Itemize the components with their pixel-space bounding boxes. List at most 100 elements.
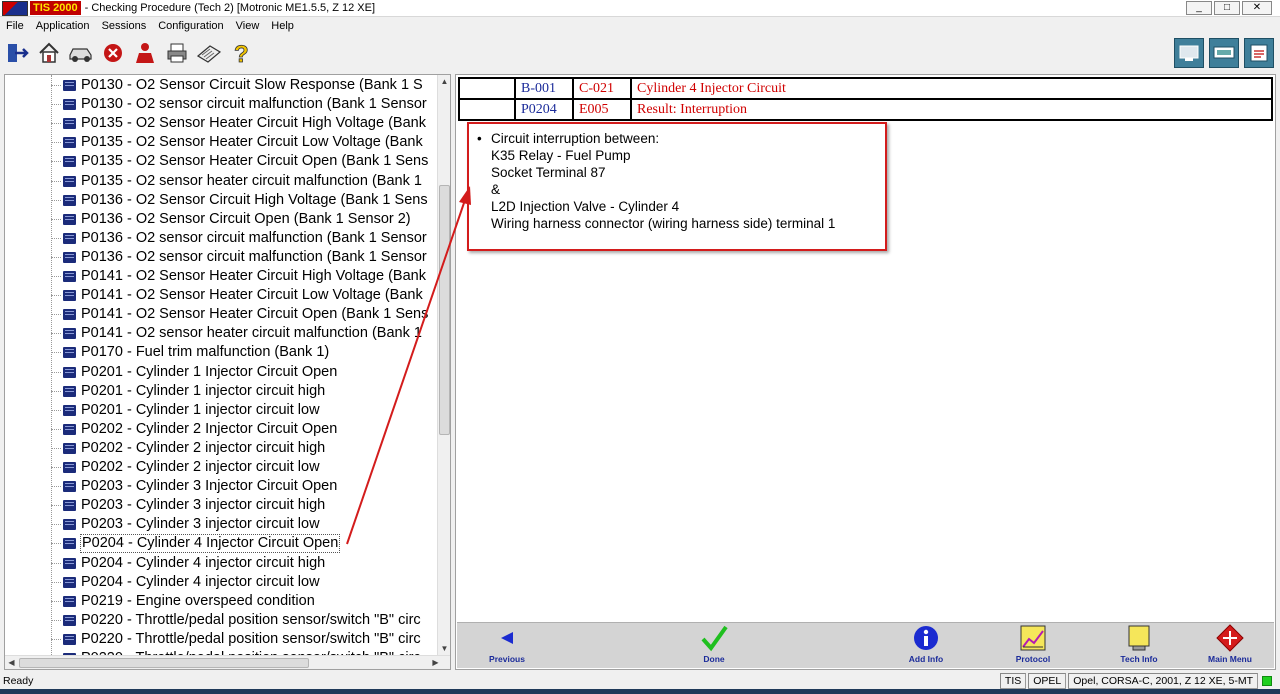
scroll-down-icon[interactable]: ▼ (438, 642, 450, 655)
menu-view[interactable]: View (230, 20, 266, 32)
monitor-icon[interactable] (1209, 38, 1239, 68)
scroll-left-icon[interactable]: ◀ (5, 656, 18, 669)
tree-item[interactable]: P0220 - Throttle/pedal position sensor/s… (5, 630, 438, 649)
add-info-button[interactable]: Add Info (891, 623, 961, 669)
taskbar (0, 689, 1280, 694)
table-cell (458, 98, 516, 121)
tree-branch-line (51, 85, 61, 86)
document-icon (63, 328, 76, 340)
home-icon[interactable] (36, 40, 62, 66)
tree-branch-line (51, 295, 61, 297)
tree-item[interactable]: P0202 - Cylinder 2 Injector Circuit Open (5, 420, 438, 439)
tree-item[interactable]: P0130 - O2 sensor circuit malfunction (B… (5, 95, 438, 114)
tree-item[interactable]: P0219 - Engine overspeed condition (5, 592, 438, 611)
tree-item[interactable]: P0202 - Cylinder 2 injector circuit low (5, 458, 438, 477)
tree-item-label: P0141 - O2 Sensor Heater Circuit High Vo… (81, 268, 426, 284)
menu-file[interactable]: File (0, 20, 30, 32)
tree-item[interactable]: P0203 - Cylinder 3 Injector Circuit Open (5, 477, 438, 496)
document-icon (63, 633, 76, 645)
stop-icon[interactable] (100, 40, 126, 66)
help-icon[interactable]: ? (228, 40, 254, 66)
vehicle-icon[interactable] (68, 40, 94, 66)
protocol-label: Protocol (1015, 654, 1051, 664)
tree-item[interactable]: P0136 - O2 Sensor Circuit Open (Bank 1 S… (5, 210, 438, 229)
tree-item[interactable]: P0204 - Cylinder 4 injector circuit low (5, 573, 438, 592)
main-menu-button[interactable]: Main Menu (1195, 623, 1265, 669)
tech2-icon[interactable] (1174, 38, 1204, 68)
tree-branch-line (51, 276, 61, 277)
tree-item[interactable]: P0220 - Throttle/pedal position sensor/s… (5, 611, 438, 630)
tree-item[interactable]: P0141 - O2 Sensor Heater Circuit Low Vol… (5, 286, 438, 305)
tree-branch-line (51, 180, 61, 182)
tree-item[interactable]: P0136 - O2 sensor circuit malfunction (B… (5, 229, 438, 248)
table-cell: B-001 (514, 77, 574, 100)
book-icon[interactable] (196, 40, 222, 66)
document-icon (63, 175, 76, 187)
document-icon (63, 347, 76, 359)
tree-item[interactable]: P0201 - Cylinder 1 Injector Circuit Open (5, 363, 438, 382)
document-icon (63, 156, 76, 168)
tech-info-button[interactable]: Tech Info (1104, 623, 1174, 669)
document-icon (63, 80, 76, 91)
tree-item[interactable]: P0135 - O2 sensor heater circuit malfunc… (5, 172, 438, 191)
menu-sessions[interactable]: Sessions (96, 20, 153, 32)
tree-item[interactable]: P0136 - O2 Sensor Circuit High Voltage (… (5, 191, 438, 210)
scroll-right-icon[interactable]: ▶ (429, 656, 442, 669)
tree-item[interactable]: P0202 - Cylinder 2 injector circuit high (5, 439, 438, 458)
document-icon (63, 557, 76, 569)
tree-item[interactable]: P0141 - O2 sensor heater circuit malfunc… (5, 324, 438, 343)
tree-item-label: P0136 - O2 sensor circuit malfunction (B… (81, 248, 427, 265)
tree-item[interactable]: P0135 - O2 Sensor Heater Circuit High Vo… (5, 114, 438, 133)
print-icon[interactable] (164, 40, 190, 66)
table-cell (458, 77, 516, 100)
menu-configuration[interactable]: Configuration (152, 20, 229, 32)
tree-item[interactable]: P0136 - O2 sensor circuit malfunction (B… (5, 248, 438, 267)
scroll-thumb[interactable] (439, 185, 450, 435)
connection-status-icon (1262, 676, 1272, 686)
scroll-up-icon[interactable]: ▲ (438, 75, 450, 88)
tree-item[interactable]: P0204 - Cylinder 4 injector circuit high (5, 554, 438, 573)
protocol-icon (1020, 625, 1046, 651)
tree-vertical-scrollbar[interactable]: ▲ ▼ (437, 75, 450, 655)
tree-item[interactable]: P0203 - Cylinder 3 injector circuit low (5, 515, 438, 534)
tree-branch-line (51, 428, 61, 430)
tree-item-label: P0220 - Throttle/pedal position sensor/s… (81, 611, 421, 628)
menu-help[interactable]: Help (265, 20, 300, 32)
tree-item-label: P0136 - O2 Sensor Circuit High Voltage (… (81, 191, 428, 208)
circuit-info-box: • Circuit interruption between: K35 Relay… (467, 122, 887, 251)
vehicle-list-icon[interactable] (1244, 38, 1274, 68)
done-button[interactable]: Done (679, 623, 749, 669)
close-button[interactable]: ✕ (1242, 1, 1272, 15)
tree-item[interactable]: P0141 - O2 Sensor Heater Circuit Open (B… (5, 305, 438, 324)
tree-item-label: P0202 - Cylinder 2 injector circuit high (81, 439, 326, 456)
tree-item[interactable]: P0170 - Fuel trim malfunction (Bank 1) (5, 343, 438, 362)
document-icon (63, 271, 76, 282)
tree-item[interactable]: P0204 - Cylinder 4 Injector Circuit Open (5, 534, 438, 554)
document-icon (63, 481, 76, 493)
menu-application[interactable]: Application (30, 20, 96, 32)
tree-item-label: P0203 - Cylinder 3 Injector Circuit Open (81, 478, 338, 495)
table-cell: Cylinder 4 Injector Circuit (630, 77, 1273, 100)
tree-branch-line (51, 600, 61, 602)
tree-item[interactable]: P0201 - Cylinder 1 injector circuit high (5, 382, 438, 401)
hscroll-thumb[interactable] (19, 658, 309, 668)
tree-item[interactable]: P0135 - O2 Sensor Heater Circuit Low Vol… (5, 133, 438, 152)
tree-item[interactable]: P0135 - O2 Sensor Heater Circuit Open (B… (5, 152, 438, 171)
person-icon[interactable] (132, 40, 158, 66)
tree-item[interactable]: P0201 - Cylinder 1 injector circuit low (5, 401, 438, 420)
table-row: P0204 E005 Result: Interruption (458, 98, 1273, 121)
tree-item[interactable]: P0141 - O2 Sensor Heater Circuit High Vo… (5, 267, 438, 286)
tree-item-label: P0201 - Cylinder 1 Injector Circuit Open (81, 363, 338, 380)
tree-branch-line (51, 619, 61, 621)
app-name: TIS 2000 (30, 1, 81, 15)
protocol-button[interactable]: Protocol (998, 623, 1068, 669)
maximize-button[interactable]: □ (1214, 1, 1240, 15)
previous-button[interactable]: Previous (472, 623, 542, 669)
tree-horizontal-scrollbar[interactable]: ◀ ▶ (5, 655, 450, 669)
info-line: Socket Terminal 87 (491, 165, 606, 180)
tree-item[interactable]: P0130 - O2 Sensor Circuit Slow Response … (5, 76, 438, 95)
minimize-button[interactable]: _ (1186, 1, 1212, 15)
exit-icon[interactable] (4, 40, 30, 66)
tree-item[interactable]: P0203 - Cylinder 3 injector circuit high (5, 496, 438, 515)
bullet-icon: • (477, 131, 482, 146)
